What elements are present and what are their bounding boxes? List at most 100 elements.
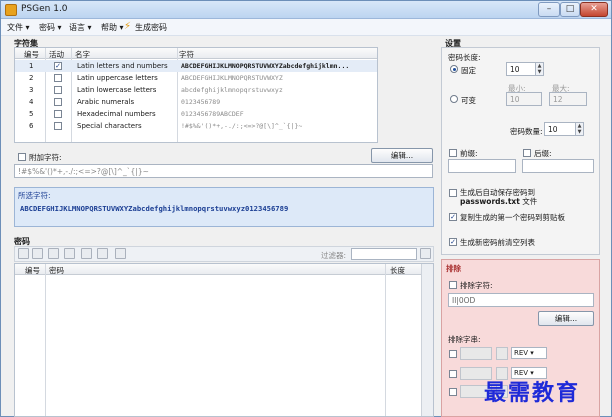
charset-chars: ABCDEFGHIJKLMNOPQRSTUVWXYZabcdefghijklmn… [181, 62, 350, 70]
copy-icon[interactable] [64, 248, 75, 259]
grid-icon[interactable] [18, 248, 29, 259]
clear-checkbox[interactable]: ✓ [449, 238, 457, 246]
edit-additional-button[interactable]: 编辑... [371, 148, 433, 163]
charset-chars: 0123456789 [181, 98, 221, 106]
variable-radio[interactable] [450, 95, 458, 103]
additional-chars-checkbox[interactable] [18, 153, 26, 161]
active-checkbox[interactable] [54, 86, 62, 94]
edit-exclude-label: 编辑... [554, 314, 578, 323]
row-number: 2 [29, 74, 34, 82]
charset-row[interactable]: 2 Latin uppercase letters ABCDEFGHIJKLMN… [15, 72, 377, 84]
charset-row[interactable]: 3 Latin lowercase letters abcdefghijklmn… [15, 84, 377, 96]
suffix-label: 后缀: [534, 149, 552, 158]
exclude-chars-label: 排除字符: [460, 281, 493, 290]
exclude-string-checkbox[interactable] [449, 388, 457, 396]
rev-label: REV [514, 349, 529, 357]
col-number: 编号 [24, 50, 39, 59]
prefix-checkbox[interactable] [449, 149, 457, 157]
menu-help[interactable]: 帮助 ▾ [101, 22, 124, 33]
app-window: PSGen 1.0 – □ ✕ 文件 ▾ 密码 ▾ 语言 ▾ 帮助 ▾ ⚡ 生成… [0, 0, 612, 417]
variable-label: 可变 [461, 96, 476, 105]
charset-chars: !#$%&'()*+,-./:;<=>?@[\]^_`{|}~ [181, 122, 303, 130]
charset-name: Latin letters and numbers [77, 62, 168, 70]
menu-password[interactable]: 密码 ▾ [39, 22, 62, 33]
active-checkbox[interactable]: ✓ [54, 62, 62, 70]
charset-chars: ABCDEFGHIJKLMNOPQRSTUVWXYZ [181, 74, 283, 82]
save-as-icon[interactable] [97, 248, 108, 259]
fixed-label: 固定 [461, 66, 476, 75]
passwords-table-header: 编号 密码 长度 [15, 264, 421, 275]
passwords-scrollbar[interactable] [421, 264, 433, 416]
active-checkbox[interactable] [54, 98, 62, 106]
generate-button[interactable]: 生成密码 [135, 22, 167, 33]
exclude-string-checkbox[interactable] [449, 370, 457, 378]
exclude-string-option[interactable] [496, 347, 508, 360]
save-icon[interactable] [81, 248, 92, 259]
edit-label: 编辑... [390, 151, 414, 160]
row-number: 5 [29, 110, 34, 118]
menu-bar: 文件 ▾ 密码 ▾ 语言 ▾ 帮助 ▾ ⚡ 生成密码 [1, 19, 611, 36]
exclude-chars-checkbox[interactable] [449, 281, 457, 289]
exclude-heading: 排除 [446, 264, 461, 273]
max-length-input[interactable]: 12 [549, 92, 587, 106]
menu-file[interactable]: 文件 ▾ [7, 22, 30, 33]
autosave-label: 生成后自动保存密码到 passwords.txt 文件 [460, 188, 538, 206]
copy-checkbox[interactable]: ✓ [449, 213, 457, 221]
exclude-string-input[interactable] [460, 347, 492, 360]
row-number: 1 [29, 62, 34, 70]
col-pw-length: 长度 [390, 266, 405, 275]
selected-chars-panel: 所选字符: ABCDEFGHIJKLMNOPQRSTUVWXYZabcdefgh… [14, 187, 434, 227]
close-button[interactable]: ✕ [580, 2, 608, 17]
copy-label: 复制生成的第一个密码到剪贴板 [460, 213, 565, 222]
filter-label: 过滤器: [321, 251, 347, 260]
charset-row[interactable]: 5 Hexadecimal numbers 0123456789ABCDEF [15, 108, 377, 120]
selected-chars-value: ABCDEFGHIJKLMNOPQRSTUVWXYZabcdefghijklmn… [20, 204, 289, 213]
window-title: PSGen 1.0 [21, 4, 68, 14]
count-spinner[interactable]: ▲ ▼ [575, 123, 583, 135]
count-label: 密码数量: [510, 127, 543, 136]
watermark-logo: 最需教育 [484, 380, 581, 406]
col-pw-number: 编号 [25, 266, 40, 275]
prefix-input[interactable] [448, 159, 516, 173]
clear-label: 生成新密码前清空列表 [460, 238, 535, 247]
menu-language[interactable]: 语言 ▾ [69, 22, 92, 33]
fixed-radio[interactable] [450, 65, 458, 73]
filter-clear-icon[interactable] [420, 248, 431, 259]
charset-name: Latin lowercase letters [77, 86, 157, 94]
suffix-input[interactable] [522, 159, 594, 173]
exclude-mode-dropdown[interactable]: REV ▾ [511, 347, 547, 359]
active-checkbox[interactable] [54, 74, 62, 82]
exclude-string-checkbox[interactable] [449, 350, 457, 358]
selected-chars-label: 所选字符: [18, 191, 51, 200]
add-icon[interactable] [32, 248, 43, 259]
active-checkbox[interactable] [54, 110, 62, 118]
fixed-length-spinner[interactable]: ▲ ▼ [535, 63, 543, 75]
charset-chars: 0123456789ABCDEF [181, 110, 244, 118]
col-pw-password: 密码 [49, 266, 64, 275]
charset-name: Special characters [77, 122, 142, 130]
prefix-label: 前缀: [460, 149, 478, 158]
filter-input[interactable] [351, 248, 417, 260]
charset-row[interactable]: 6 Special characters !#$%&'()*+,-./:;<=>… [15, 120, 377, 132]
charset-row[interactable]: 4 Arabic numerals 0123456789 [15, 96, 377, 108]
edit-exclude-button[interactable]: 编辑... [538, 311, 594, 326]
delete-icon[interactable] [48, 248, 59, 259]
settings-icon[interactable] [115, 248, 126, 259]
charset-row[interactable]: 1 ✓ Latin letters and numbers ABCDEFGHIJ… [15, 60, 377, 72]
charset-name: Latin uppercase letters [77, 74, 158, 82]
settings-panel: 密码长度: 固定 10 ▲ ▼ 最小: 最大: 可变 10 12 密码数量: 10… [441, 47, 600, 255]
charset-table: 编号 活动 名字 字符 1 ✓ Latin letters and number… [14, 47, 378, 143]
suffix-checkbox[interactable] [523, 149, 531, 157]
additional-chars-label: 附加字符: [29, 153, 62, 162]
row-number: 6 [29, 122, 34, 130]
length-label: 密码长度: [448, 53, 481, 62]
minimize-button[interactable]: – [538, 2, 560, 17]
charset-table-header: 编号 活动 名字 字符 [15, 48, 377, 59]
row-number: 3 [29, 86, 34, 94]
active-checkbox[interactable] [54, 122, 62, 130]
maximize-button[interactable]: □ [560, 2, 580, 17]
exclude-chars-input[interactable]: Il|0OD [448, 293, 594, 307]
autosave-checkbox[interactable] [449, 189, 457, 197]
additional-chars-input[interactable]: !#$%&'()*+,-./:;<=>?@[\]^_`{|}~ [14, 164, 433, 178]
min-length-input[interactable]: 10 [506, 92, 542, 106]
